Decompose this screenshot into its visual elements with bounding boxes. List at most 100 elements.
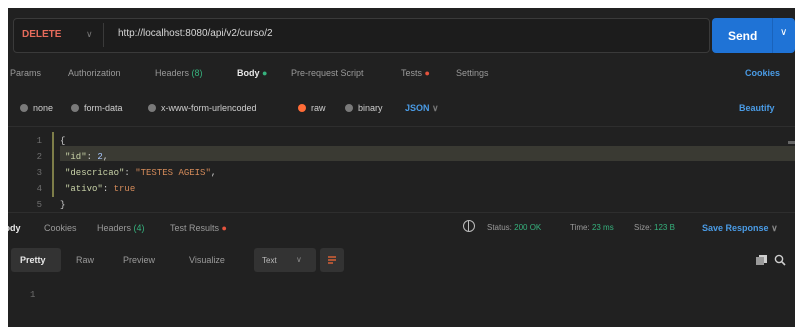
format-label: Text — [262, 256, 277, 265]
radio-label: form-data — [84, 103, 123, 113]
tab-body[interactable]: Body ● — [237, 68, 267, 78]
code-line[interactable]: "descricao": "TESTES AGEIS", — [65, 168, 216, 178]
code-token: , — [102, 152, 109, 162]
active-line-highlight — [60, 146, 795, 161]
editor-scrollbar[interactable] — [788, 141, 795, 144]
send-button-label: Send — [728, 29, 758, 43]
beautify-button[interactable]: Beautify — [739, 103, 775, 113]
code-boolean: true — [113, 184, 136, 194]
search-icon[interactable] — [774, 254, 786, 266]
code-token: { — [60, 136, 66, 146]
language-select[interactable]: JSON ∨ — [405, 103, 439, 114]
format-select[interactable]: Text ∨ — [254, 248, 316, 272]
save-response-button[interactable]: Save Response ∨ — [702, 223, 778, 234]
radio-label: binary — [358, 103, 383, 113]
code-key: "descricao" — [65, 168, 125, 178]
line-number: 2 — [36, 152, 42, 162]
radio-icon — [345, 104, 353, 112]
line-number: 1 — [36, 136, 42, 146]
code-line[interactable]: "id": 2, — [65, 152, 108, 162]
radio-x-www-form-urlencoded[interactable]: x-www-form-urlencoded — [148, 103, 257, 113]
view-tab-visualize[interactable]: Visualize — [189, 255, 225, 265]
status-dot-icon: ● — [221, 223, 227, 233]
radio-none[interactable]: none — [20, 103, 53, 113]
response-status: Status: 200 OK — [487, 223, 541, 232]
status-value: 200 OK — [514, 223, 542, 232]
url-input[interactable]: http://localhost:8080/api/v2/curso/2 — [118, 28, 273, 39]
line-number: 3 — [36, 168, 42, 178]
response-tab-headers-count: (4) — [133, 223, 145, 233]
line-number: 1 — [30, 290, 36, 300]
code-token: : — [86, 152, 98, 162]
line-number: 5 — [36, 200, 42, 210]
response-tab-headers-label: Headers — [97, 223, 132, 233]
view-tab-preview[interactable]: Preview — [123, 255, 155, 265]
url-bar: DELETE ∨ http://localhost:8080/api/v2/cu… — [13, 18, 710, 53]
view-tab-pretty[interactable]: Pretty — [20, 255, 46, 265]
language-label: JSON — [405, 103, 430, 113]
tab-settings[interactable]: Settings — [456, 68, 489, 78]
radio-icon — [148, 104, 156, 112]
copy-icon[interactable] — [756, 255, 767, 265]
send-button[interactable]: Send ∨ — [712, 18, 795, 53]
radio-form-data[interactable]: form-data — [71, 103, 123, 113]
radio-label: none — [33, 103, 54, 113]
chevron-down-icon: ∨ — [771, 223, 778, 233]
code-key: "ativo" — [65, 184, 103, 194]
response-size: Size: 123 B — [634, 223, 675, 232]
radio-icon — [71, 104, 79, 112]
radio-label: x-www-form-urlencoded — [161, 103, 257, 113]
tab-body-label: Body — [237, 68, 260, 78]
response-time: Time: 23 ms — [570, 223, 614, 232]
wrap-lines-button[interactable] — [320, 248, 344, 272]
response-tab-cookies[interactable]: Cookies — [44, 223, 77, 233]
tab-pre-request-script[interactable]: Pre-request Script — [291, 68, 364, 78]
tab-params[interactable]: Params — [10, 68, 41, 78]
globe-icon[interactable] — [463, 220, 475, 232]
radio-icon — [20, 104, 28, 112]
code-line[interactable]: } — [60, 200, 65, 210]
tab-headers[interactable]: Headers (8) — [155, 68, 203, 78]
tab-tests-label: Tests — [401, 68, 423, 78]
radio-raw[interactable]: raw — [298, 103, 326, 113]
response-tab-test-results[interactable]: Test Results ● — [170, 223, 227, 233]
tab-tests[interactable]: Tests ● — [401, 68, 430, 78]
code-token: : — [124, 168, 136, 178]
response-tab-body[interactable]: Body — [8, 223, 21, 233]
code-token: } — [60, 200, 66, 210]
divider — [8, 126, 795, 127]
tab-headers-label: Headers — [155, 68, 190, 78]
postman-window: DELETE ∨ http://localhost:8080/api/v2/cu… — [8, 8, 795, 327]
chevron-down-icon[interactable]: ∨ — [86, 29, 93, 40]
method-select[interactable]: DELETE — [22, 29, 61, 40]
chevron-down-icon[interactable]: ∨ — [780, 27, 787, 38]
status-label: Status: — [487, 223, 512, 232]
chevron-down-icon: ∨ — [432, 103, 439, 113]
code-line[interactable]: "ativo": true — [65, 184, 135, 194]
code-key: "id" — [65, 152, 87, 162]
cookies-link[interactable]: Cookies — [745, 68, 780, 78]
radio-selected-icon — [298, 104, 306, 112]
view-tab-raw[interactable]: Raw — [76, 255, 94, 265]
code-string: "TESTES AGEIS" — [135, 168, 211, 178]
code-line[interactable]: { — [60, 136, 65, 146]
response-tab-headers[interactable]: Headers (4) — [97, 223, 145, 233]
radio-binary[interactable]: binary — [345, 103, 383, 113]
tab-headers-count: (8) — [191, 68, 203, 78]
wrap-lines-icon — [328, 256, 336, 264]
status-dot-icon: ● — [424, 68, 430, 78]
active-dot-icon: ● — [262, 68, 268, 78]
time-value: 23 ms — [591, 223, 614, 232]
chevron-down-icon: ∨ — [296, 255, 302, 264]
divider — [772, 18, 773, 53]
size-label: Size: — [634, 223, 652, 232]
radio-label: raw — [311, 103, 326, 113]
divider — [103, 23, 104, 47]
divider — [8, 212, 795, 213]
code-token: : — [102, 184, 114, 194]
line-number: 4 — [36, 184, 42, 194]
size-value: 123 B — [654, 223, 675, 232]
response-tab-test-results-label: Test Results — [170, 223, 220, 233]
tab-authorization[interactable]: Authorization — [68, 68, 121, 78]
code-token: , — [210, 168, 217, 178]
